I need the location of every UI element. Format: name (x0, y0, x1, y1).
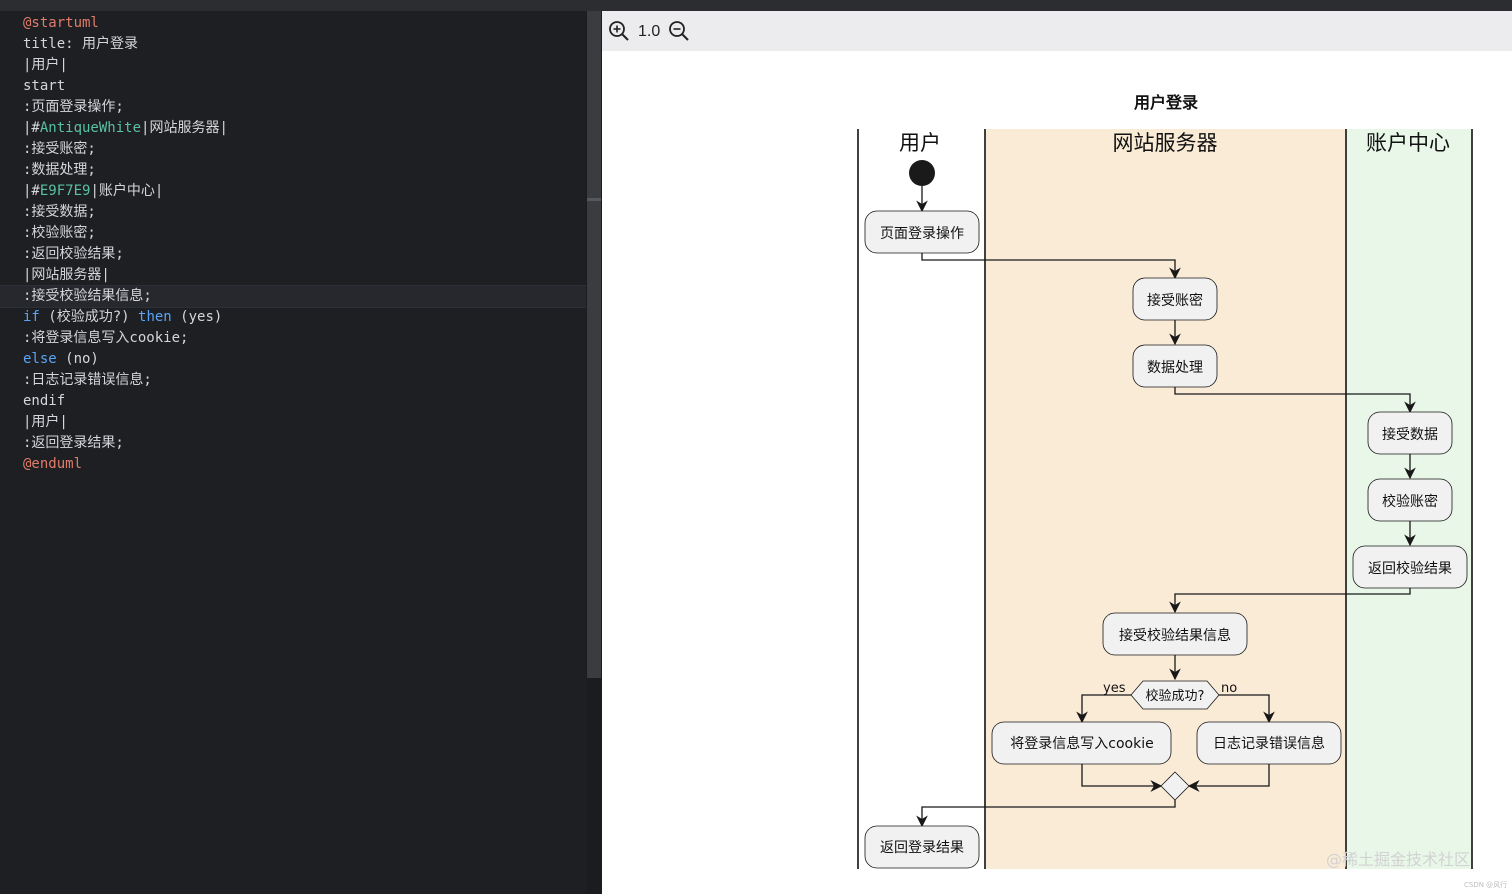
svg-text:校验账密: 校验账密 (1382, 493, 1438, 510)
code-token: (no) (56, 351, 99, 367)
code-token: @enduml (23, 456, 83, 472)
code-line[interactable]: start (23, 76, 65, 97)
code-token: (yes) (171, 309, 223, 325)
code-token: :页面登录操作; (23, 99, 124, 115)
code-line[interactable]: |用户| (23, 55, 68, 76)
code-token: |网站服务器| (23, 267, 110, 283)
code-token: (校验成功?) (39, 309, 139, 325)
code-line[interactable]: :接受校验结果信息; (23, 286, 152, 307)
code-token: E9F7E9 (39, 183, 91, 199)
decision-verify-success: 校验成功? (1130, 680, 1220, 710)
diagram-title: 用户登录 (1134, 93, 1198, 112)
code-line[interactable]: :接受账密; (23, 139, 96, 160)
code-line[interactable]: if (校验成功?) then (yes) (23, 307, 222, 328)
code-line[interactable]: |网站服务器| (23, 265, 110, 286)
svg-text:将登录信息写入cookie: 将登录信息写入cookie (1010, 735, 1153, 752)
activity-receive-result-info: 接受校验结果信息 (1102, 612, 1248, 656)
svg-text:接受账密: 接受账密 (1147, 292, 1203, 309)
activity-log-error: 日志记录错误信息 (1196, 721, 1342, 765)
code-line[interactable]: :返回登录结果; (23, 433, 124, 454)
code-token: |用户| (23, 57, 68, 73)
code-token: :校验账密; (23, 225, 96, 241)
code-line[interactable]: :数据处理; (23, 160, 96, 181)
start-node (909, 160, 935, 186)
code-token: :返回登录结果; (23, 435, 124, 451)
svg-text:页面登录操作: 页面登录操作 (880, 226, 964, 242)
activity-verify-credentials: 校验账密 (1367, 478, 1453, 522)
editor-scrollbar-thumb[interactable] (587, 11, 601, 678)
watermark-sub: CSDN @风行 (1464, 881, 1508, 889)
activity-process-data: 数据处理 (1132, 344, 1218, 388)
code-line[interactable]: :将登录信息写入cookie; (23, 328, 188, 349)
code-token: start (23, 78, 66, 94)
code-token: :返回校验结果; (23, 246, 124, 262)
svg-text:校验成功?: 校验成功? (1146, 688, 1205, 704)
decision-no-label: no (1221, 681, 1237, 696)
code-token: then (138, 309, 172, 325)
code-token: :接受数据; (23, 204, 96, 220)
svg-text:返回登录结果: 返回登录结果 (880, 840, 964, 856)
code-line[interactable]: :接受数据; (23, 202, 96, 223)
lane-header-account-center: 账户中心 (1366, 131, 1450, 155)
code-token: |# (23, 120, 40, 136)
code-line[interactable]: :校验账密; (23, 223, 96, 244)
diagram-preview: 1.0 用户登录 用户 网站服务器 账户中心 页面登录操作 接受账密 数据处理 … (602, 11, 1512, 894)
activity-return-login-result: 返回登录结果 (864, 825, 980, 869)
code-token: :日志记录错误信息; (23, 372, 152, 388)
svg-text:接受数据: 接受数据 (1382, 426, 1438, 443)
code-editor[interactable]: @startuml title: 用户登录 |用户| start:页面登录操作; |#A… (0, 11, 586, 894)
code-line[interactable]: |#AntiqueWhite|网站服务器| (23, 118, 228, 139)
decision-yes-label: yes (1103, 681, 1126, 696)
code-token: else (23, 351, 57, 367)
code-token: :数据处理; (23, 162, 96, 178)
code-token: AntiqueWhite (39, 120, 142, 136)
code-line[interactable]: title: 用户登录 (23, 34, 138, 55)
code-token: |# (23, 183, 40, 199)
activity-page-login: 页面登录操作 (864, 210, 980, 254)
window-top-bar (0, 0, 1512, 11)
code-token: title: 用户登录 (23, 36, 139, 52)
activity-receive-credentials: 接受账密 (1132, 277, 1218, 321)
code-line[interactable]: |用户| (23, 412, 68, 433)
code-token: @startuml (23, 15, 99, 31)
code-token: |账户中心| (90, 183, 164, 199)
code-line[interactable]: endif (23, 391, 65, 412)
code-line[interactable]: :日志记录错误信息; (23, 370, 152, 391)
svg-text:数据处理: 数据处理 (1147, 360, 1203, 376)
code-token: if (23, 309, 40, 325)
svg-text:日志记录错误信息: 日志记录错误信息 (1213, 735, 1325, 752)
code-line[interactable]: @enduml (23, 454, 82, 475)
watermark: @稀土掘金技术社区 (1326, 850, 1471, 869)
lane-header-web-server: 网站服务器 (1113, 131, 1218, 155)
code-token: :接受账密; (23, 141, 96, 157)
code-line[interactable]: @startuml (23, 13, 99, 34)
code-token: :接受校验结果信息; (23, 288, 152, 304)
lane-header-user: 用户 (899, 131, 941, 155)
activity-diagram: 用户登录 用户 网站服务器 账户中心 页面登录操作 接受账密 数据处理 接受数据… (857, 93, 1473, 869)
code-token: |网站服务器| (141, 120, 228, 136)
code-token: |用户| (23, 414, 68, 430)
svg-text:返回校验结果: 返回校验结果 (1368, 560, 1452, 577)
code-line[interactable]: else (no) (23, 349, 99, 370)
code-line[interactable]: :页面登录操作; (23, 97, 124, 118)
code-token: :将登录信息写入cookie; (23, 330, 189, 346)
svg-text:接受校验结果信息: 接受校验结果信息 (1119, 627, 1231, 644)
activity-receive-data: 接受数据 (1367, 411, 1453, 455)
code-line[interactable]: |#E9F7E9|账户中心| (23, 181, 163, 202)
activity-return-result: 返回校验结果 (1352, 545, 1468, 589)
editor-scrollbar-marker (587, 198, 601, 201)
code-line[interactable]: :返回校验结果; (23, 244, 124, 265)
activity-write-cookie: 将登录信息写入cookie (991, 721, 1172, 765)
code-token: endif (23, 393, 66, 409)
